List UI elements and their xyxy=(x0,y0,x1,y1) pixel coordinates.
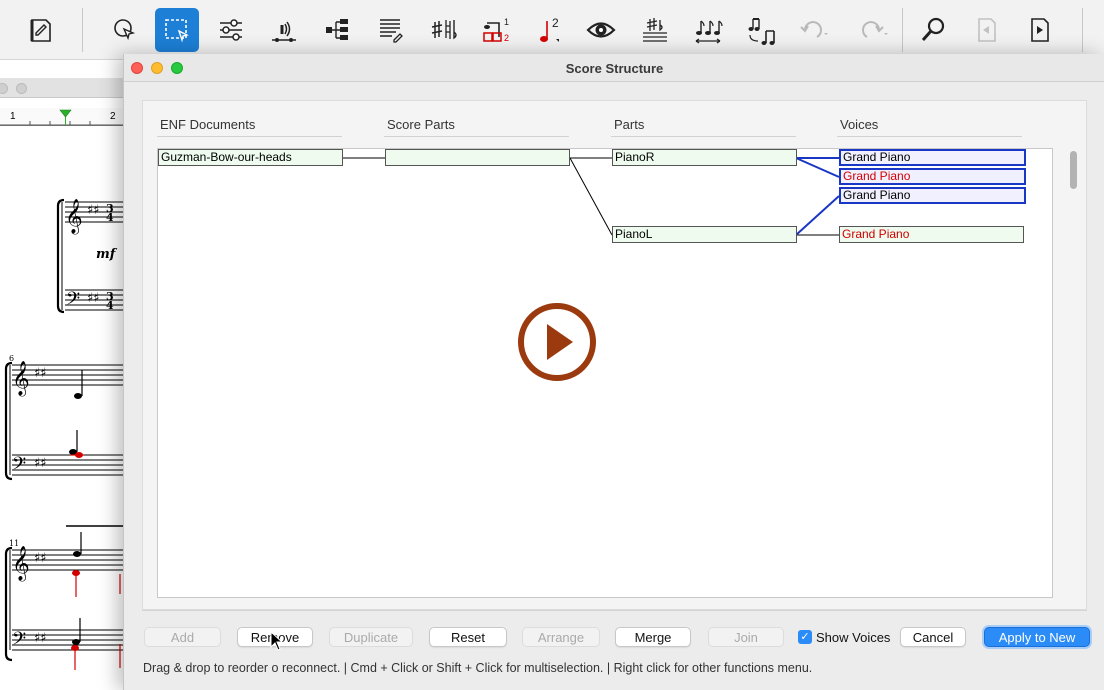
close-light[interactable] xyxy=(0,83,8,94)
accidentals-icon[interactable] xyxy=(421,8,465,52)
part-node-pianor[interactable]: PianoR xyxy=(612,149,797,166)
measure-ruler: 1 2 xyxy=(0,108,125,126)
note-voice-2-icon[interactable]: 2 xyxy=(527,8,571,52)
join-button[interactable]: Join xyxy=(708,627,784,647)
measure-number-6: 6 xyxy=(9,354,14,363)
svg-text:1: 1 xyxy=(504,17,509,27)
measure-number-11: 11 xyxy=(9,539,19,548)
score-window-titlebar xyxy=(0,78,125,98)
part-node-pianol[interactable]: PianoL xyxy=(612,226,797,243)
main-toolbar: 12 2 xyxy=(0,0,1104,60)
redo-icon[interactable] xyxy=(850,8,894,52)
voice-node[interactable]: Grand Piano xyxy=(839,149,1026,166)
merge-button[interactable]: Merge xyxy=(615,627,691,647)
show-voices-label: Show Voices xyxy=(816,629,891,645)
svg-text:♯♯: ♯♯ xyxy=(87,203,100,218)
eye-icon[interactable] xyxy=(579,8,623,52)
arrange-button[interactable]: Arrange xyxy=(522,627,600,647)
svg-text:4: 4 xyxy=(106,211,114,224)
pointer-tool-icon[interactable] xyxy=(102,8,146,52)
play-icon[interactable] xyxy=(515,300,599,384)
svg-text:♯♯: ♯♯ xyxy=(34,366,47,381)
dialog-titlebar: Score Structure xyxy=(124,54,1104,82)
column-header-enf-documents: ENF Documents xyxy=(157,117,342,137)
zoom-icon[interactable] xyxy=(912,8,956,52)
divider xyxy=(142,610,1087,611)
structure-panel: ENF Documents Score Parts Parts Voices G… xyxy=(142,100,1087,610)
voice-node[interactable]: Grand Piano xyxy=(839,187,1026,204)
voice-node[interactable]: Grand Piano xyxy=(839,226,1024,243)
scrollbar-thumb[interactable] xyxy=(1070,151,1077,189)
mixer-sliders-icon[interactable] xyxy=(209,8,253,52)
reset-button[interactable]: Reset xyxy=(429,627,507,647)
document-edit-icon[interactable] xyxy=(18,8,62,52)
svg-text:𝄞: 𝄞 xyxy=(65,199,83,235)
dialog-title: Score Structure xyxy=(565,61,664,76)
minimize-light[interactable] xyxy=(16,83,27,94)
svg-text:4: 4 xyxy=(106,299,114,312)
score-structure-dialog: Score Structure ENF Documents Score Part… xyxy=(123,54,1104,690)
graph-vertical-scrollbar[interactable] xyxy=(1069,151,1079,596)
svg-text:𝄢: 𝄢 xyxy=(12,629,26,654)
column-header-parts: Parts xyxy=(611,117,796,137)
voice-numbers-icon[interactable]: 12 xyxy=(474,8,518,52)
status-help-text: Drag & drop to reorder o reconnect. | Cm… xyxy=(143,661,813,675)
note-spacing-icon[interactable] xyxy=(686,8,730,52)
score-canvas[interactable]: 𝄞 𝄢 ♯♯ ♯♯ 3 4 3 4 mf 𝄞 𝄢 ♯♯ ♯♯ 6 𝄞 𝄢 ♯♯ … xyxy=(0,130,126,690)
svg-text:𝄢: 𝄢 xyxy=(12,454,26,479)
structure-graph[interactable]: Guzman-Bow-our-heads PianoR PianoL Grand… xyxy=(157,148,1053,598)
score-document-window: 1 2 𝄞 𝄢 ♯♯ ♯♯ 3 4 3 4 mf 𝄞 𝄢 ♯♯ ♯♯ 6 𝄞 𝄢… xyxy=(0,60,126,690)
cancel-button[interactable]: Cancel xyxy=(900,627,966,647)
voice-node[interactable]: Grand Piano xyxy=(839,168,1026,185)
previous-page-icon[interactable] xyxy=(965,8,1009,52)
svg-text:♯♯: ♯♯ xyxy=(87,291,100,306)
enf-document-node[interactable]: Guzman-Bow-our-heads xyxy=(158,149,343,166)
column-header-voices: Voices xyxy=(837,117,1022,137)
score-structure-icon[interactable] xyxy=(315,8,359,52)
svg-text:♯♯: ♯♯ xyxy=(34,456,47,471)
selection-tool-icon[interactable] xyxy=(155,8,199,52)
svg-text:2: 2 xyxy=(552,16,559,30)
column-header-score-parts: Score Parts xyxy=(384,117,569,137)
connection-lines xyxy=(343,157,840,236)
svg-text:𝄢: 𝄢 xyxy=(66,289,80,314)
svg-text:2: 2 xyxy=(504,33,509,43)
key-signature-icon[interactable] xyxy=(633,8,677,52)
svg-text:♯♯: ♯♯ xyxy=(34,551,47,566)
rhythm-transform-icon[interactable] xyxy=(739,8,783,52)
duplicate-button[interactable]: Duplicate xyxy=(329,627,413,647)
sound-playback-icon[interactable] xyxy=(262,8,306,52)
undo-icon[interactable] xyxy=(790,8,834,52)
checkmark-icon[interactable]: ✓ xyxy=(798,630,812,644)
apply-to-new-button[interactable]: Apply to New xyxy=(984,627,1090,647)
score-part-node[interactable] xyxy=(385,149,570,166)
svg-text:𝄞: 𝄞 xyxy=(12,546,30,582)
dynamic-mf: mf xyxy=(96,247,118,262)
add-button[interactable]: Add xyxy=(144,627,221,647)
page-text-icon[interactable] xyxy=(368,8,412,52)
svg-text:𝄞: 𝄞 xyxy=(12,361,30,397)
mouse-cursor-icon xyxy=(270,631,284,651)
show-voices-checkbox[interactable]: ✓ Show Voices xyxy=(798,628,890,646)
next-page-icon[interactable] xyxy=(1018,8,1062,52)
svg-text:♯♯: ♯♯ xyxy=(34,631,47,646)
